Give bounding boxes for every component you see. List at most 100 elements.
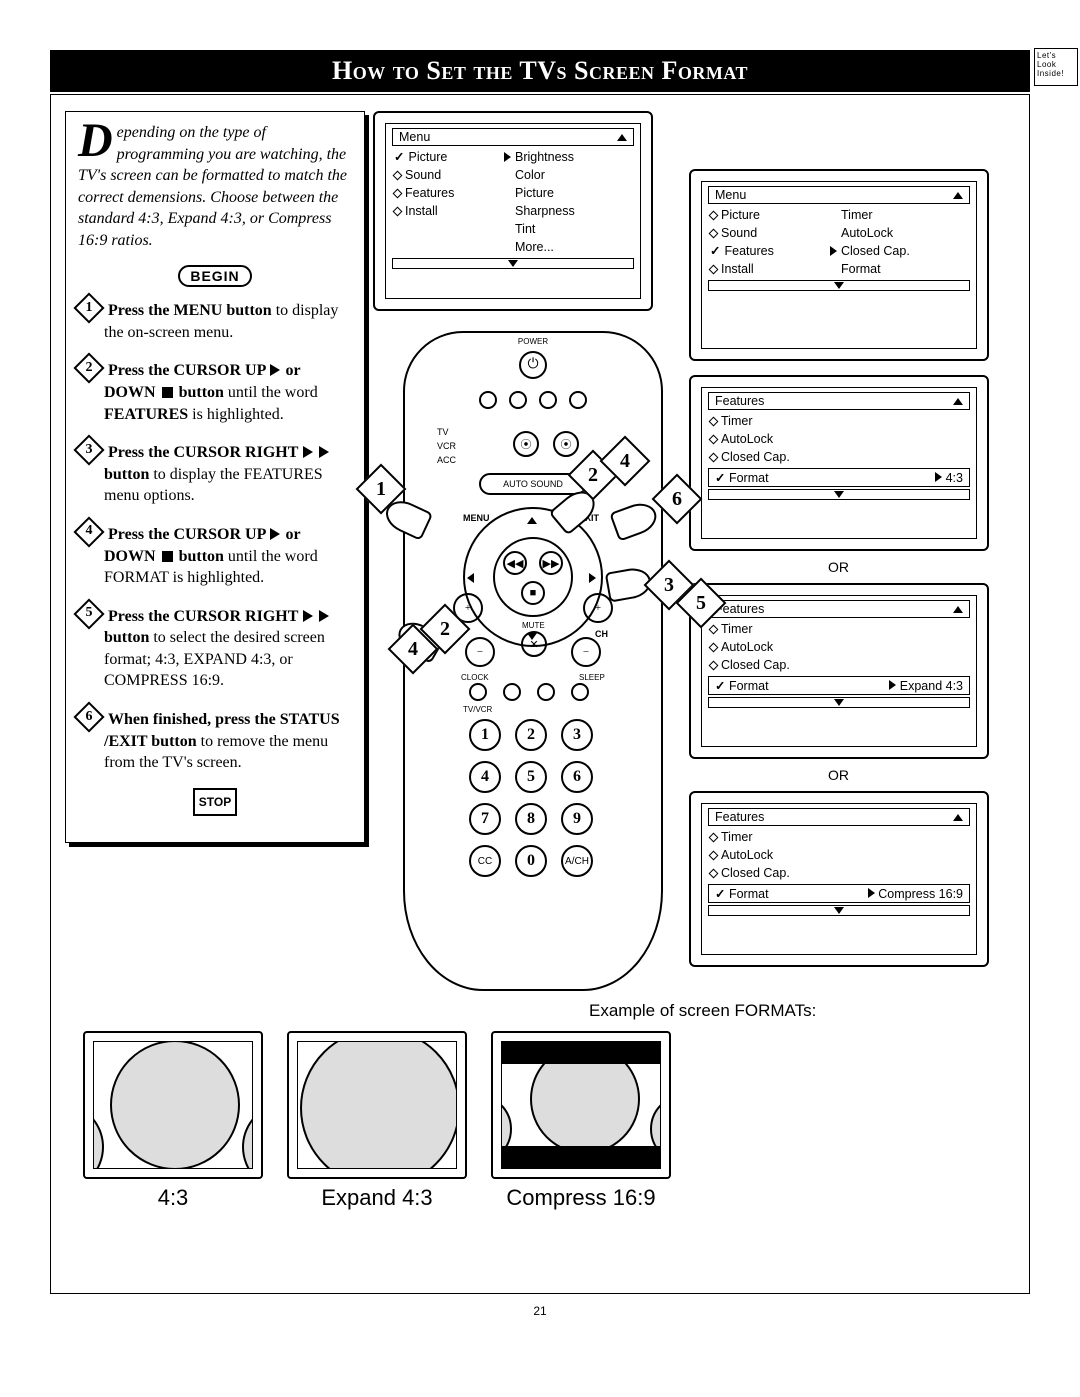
- switch-vcr: VCR: [437, 441, 456, 451]
- or-label: OR: [828, 767, 849, 783]
- num-1-button[interactable]: 1: [469, 719, 501, 751]
- step-diamond-5: 5: [78, 603, 100, 625]
- submenu-sharpness: Sharpness: [513, 202, 634, 220]
- step-5: 5 Press the CURSOR RIGHT button to selec…: [78, 603, 352, 692]
- instruction-panel: Depending on the type of programming you…: [65, 111, 365, 843]
- triangle-right-icon: [319, 446, 329, 458]
- triangle-up-icon: [953, 398, 963, 405]
- triangle-up-icon: [953, 814, 963, 821]
- formats-title: Example of screen FORMATs:: [589, 1001, 816, 1021]
- menu-title: Features: [708, 600, 970, 618]
- menu-title: Menu: [708, 186, 970, 204]
- triangle-up-icon: [953, 192, 963, 199]
- lets-look-badge: Let's Look Inside!: [1034, 48, 1078, 86]
- menu-item-format: ✓ Format 4:3: [708, 468, 970, 487]
- cc-button[interactable]: CC: [469, 845, 501, 877]
- menu-item-picture: ✓Picture: [392, 148, 513, 166]
- intro-paragraph: Depending on the type of programming you…: [78, 122, 352, 252]
- menu-title: Features: [708, 392, 970, 410]
- menu-item-format: ✓ Format Expand 4:3: [708, 676, 970, 695]
- menu-scroll-down: [708, 905, 970, 916]
- cursor-up-icon[interactable]: [527, 517, 537, 524]
- menu-item: Closed Cap.: [708, 448, 970, 466]
- remote-control: POWER ⏻ TV VCR ACC ⦿ ⦿ AUTO SOUND MENU E…: [403, 331, 663, 991]
- tvvcr-label: TV/VCR: [463, 705, 492, 714]
- ch-down-button[interactable]: −: [571, 637, 601, 667]
- menu-item: AutoLock: [708, 430, 970, 448]
- page-number: 21: [50, 1304, 1030, 1318]
- num-3-button[interactable]: 3: [561, 719, 593, 751]
- cursor-right-icon[interactable]: [589, 573, 596, 583]
- menu-item: AutoLock: [708, 846, 970, 864]
- cursor-left-icon[interactable]: [467, 573, 474, 583]
- ffwd-button[interactable]: ▶▶: [539, 551, 563, 575]
- callout-5: 5: [683, 585, 719, 621]
- mute-label: MUTE: [522, 621, 545, 630]
- format-example-expand: [287, 1031, 467, 1179]
- power-button[interactable]: ⏻: [519, 351, 547, 379]
- submenu-brightness: Brightness: [513, 148, 634, 166]
- step-3: 3 Press the CURSOR RIGHT button to displ…: [78, 439, 352, 507]
- menu-label: MENU: [463, 513, 490, 523]
- color-buttons[interactable]: [479, 391, 587, 409]
- num-5-button[interactable]: 5: [515, 761, 547, 793]
- rewind-button[interactable]: ◀◀: [503, 551, 527, 575]
- switch-tv: TV: [437, 427, 449, 437]
- menu-item: Picture: [708, 206, 839, 224]
- mute-button[interactable]: ✕: [521, 631, 547, 657]
- stop-badge: STOP: [78, 788, 352, 816]
- format-label: Expand 4:3: [287, 1185, 467, 1211]
- format-examples: 4:3 Expand 4:3: [83, 1031, 671, 1211]
- menu-title: Menu: [392, 128, 634, 146]
- menu-item: Closed Cap.: [708, 864, 970, 882]
- triangle-down-icon: [834, 282, 844, 289]
- sleep-button[interactable]: [571, 683, 589, 701]
- menu-title: Features: [708, 808, 970, 826]
- triangle-right-icon: [889, 680, 896, 690]
- tv-menu-features: Menu Picture Sound ✓Features Install Tim…: [689, 169, 989, 361]
- num-2-button[interactable]: 2: [515, 719, 547, 751]
- submenu-more: More...: [513, 238, 634, 256]
- triangle-right-icon: [303, 610, 313, 622]
- page-frame: Depending on the type of programming you…: [50, 94, 1030, 1294]
- ch-label: CH: [595, 629, 608, 639]
- num-8-button[interactable]: 8: [515, 803, 547, 835]
- power-label: POWER: [518, 337, 548, 346]
- num-6-button[interactable]: 6: [561, 761, 593, 793]
- page-title-bar: How to Set the TVs Screen Format Let's L…: [50, 50, 1030, 92]
- num-0-button[interactable]: 0: [515, 845, 547, 877]
- menu-item: Sound: [708, 224, 839, 242]
- submenu-color: Color: [513, 166, 634, 184]
- tv-menu-main: Menu ✓Picture Sound Features Install Bri…: [373, 111, 653, 311]
- callout-4b: 4: [395, 631, 431, 667]
- callout-2b: 2: [427, 611, 463, 647]
- menu-scroll-down: [708, 489, 970, 500]
- play-button[interactable]: [537, 683, 555, 701]
- pause-button[interactable]: [503, 683, 521, 701]
- nav-ring-inner[interactable]: [493, 537, 573, 617]
- triangle-right-icon: [319, 610, 329, 622]
- clock-button[interactable]: [469, 683, 487, 701]
- aux-button[interactable]: ⦿: [553, 431, 579, 457]
- clock-label: CLOCK: [461, 673, 489, 682]
- graphics-area: Menu ✓Picture Sound Features Install Bri…: [383, 111, 1015, 1269]
- menu-item: Timer: [708, 412, 970, 430]
- step-2: 2 Press the CURSOR UP or DOWN button unt…: [78, 357, 352, 425]
- ach-button[interactable]: A/CH: [561, 845, 593, 877]
- menu-item: Closed Cap.: [708, 656, 970, 674]
- triangle-up-icon: [617, 134, 627, 141]
- menu-item-install: Install: [392, 202, 513, 220]
- triangle-right-icon: [270, 528, 280, 540]
- rec-button[interactable]: ⦿: [513, 431, 539, 457]
- num-4-button[interactable]: 4: [469, 761, 501, 793]
- triangle-down-icon: [834, 699, 844, 706]
- step-1: 1 Press the MENU button to display the o…: [78, 297, 352, 343]
- menu-scroll-down: [392, 258, 634, 269]
- format-label: 4:3: [83, 1185, 263, 1211]
- vol-down-button[interactable]: −: [465, 637, 495, 667]
- num-9-button[interactable]: 9: [561, 803, 593, 835]
- stop-button[interactable]: ■: [521, 581, 545, 605]
- number-pad: 1 2 3 4 5 6 7 8 9 CC 0 A/CH: [469, 719, 597, 877]
- step-diamond-1: 1: [78, 297, 100, 319]
- num-7-button[interactable]: 7: [469, 803, 501, 835]
